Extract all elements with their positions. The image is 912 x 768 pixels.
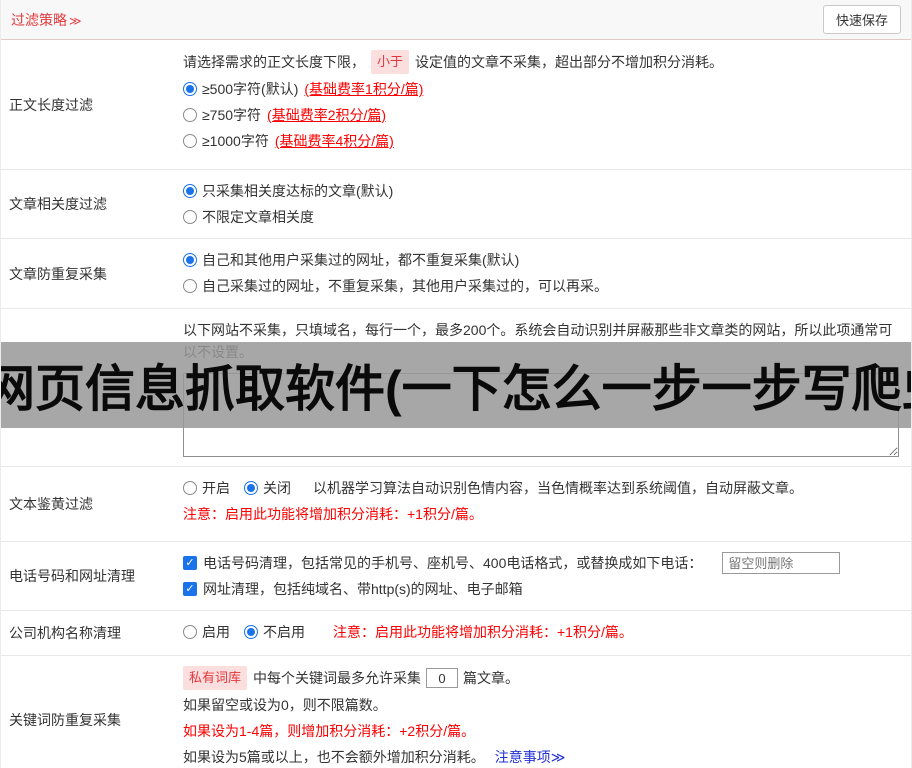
row-relevance-filter: 文章相关度过滤 只采集相关度达标的文章(默认) 不限定文章相关度 bbox=[1, 170, 911, 239]
row-phone-url-cleanup: 电话号码和网址清理 电话号码清理，包括常见的手机号、座机号、400电话格式，或替… bbox=[1, 542, 911, 611]
tab-filter-strategy[interactable]: 过滤策略 ≫ bbox=[11, 10, 82, 30]
watermark-text: 网页信息抓取软件(一下怎么一步一步写爬虫(head bbox=[1, 361, 911, 417]
radio-company-enable[interactable]: 启用 bbox=[183, 621, 230, 643]
radio-label: 不限定文章相关度 bbox=[202, 209, 314, 225]
company-label: 公司机构名称清理 bbox=[9, 625, 121, 641]
row-dedup-filter: 文章防重复采集 自己和其他用户采集过的网址，都不重复采集(默认) 自己采集过的网… bbox=[1, 239, 911, 309]
radio-icon bbox=[183, 134, 197, 148]
radio-company-disable[interactable]: 不启用 bbox=[244, 621, 305, 643]
radio-dedup-all-users[interactable]: 自己和其他用户采集过的网址，都不重复采集(默认) bbox=[183, 249, 519, 271]
radio-icon bbox=[183, 253, 197, 267]
radio-label: ≥750字符 bbox=[202, 107, 262, 123]
notes-link[interactable]: 注意事项≫ bbox=[495, 746, 566, 768]
topbar: 过滤策略 ≫ 快速保存 bbox=[1, 0, 911, 40]
radio-relevance-any[interactable]: 不限定文章相关度 bbox=[183, 206, 314, 228]
radio-option-500-chars[interactable]: ≥500字符(默认) (基础费率1积分/篇) bbox=[183, 78, 423, 100]
porn-filter-desc: 以机器学习算法自动识别色情内容，当色情概率达到系统阈值，自动屏蔽文章。 bbox=[313, 480, 803, 496]
radio-porn-off[interactable]: 关闭 bbox=[244, 477, 291, 499]
radio-icon bbox=[183, 481, 197, 495]
fee-rate-link[interactable]: (基础费率1积分/篇) bbox=[304, 78, 423, 100]
keyword-label: 关键词防重复采集 bbox=[9, 712, 121, 728]
keyword-line2: 如果留空或设为0，则不限篇数。 bbox=[183, 697, 387, 713]
checkbox-icon bbox=[183, 556, 197, 570]
keyword-line1-text: 中每个关键词最多允许采集 bbox=[253, 670, 422, 686]
watermark-overlay: 网页信息抓取软件(一下怎么一步一步写爬虫(head bbox=[1, 342, 911, 428]
body-length-intro: 请选择需求的正文长度下限， 小于 设定值的文章不采集，超出部分不增加积分消耗。 bbox=[183, 50, 901, 74]
private-lexicon-tag: 私有词库 bbox=[183, 666, 248, 690]
radio-label: 自己和其他用户采集过的网址，都不重复采集(默认) bbox=[202, 252, 520, 268]
radio-label: 开启 bbox=[202, 480, 230, 496]
radio-icon bbox=[183, 108, 197, 122]
keyword-line4: 如果设为5篇或以上，也不会额外增加积分消耗。 bbox=[183, 749, 485, 765]
radio-option-750-chars[interactable]: ≥750字符 (基础费率2积分/篇) bbox=[183, 104, 386, 126]
chevron-double-icon: ≫ bbox=[69, 13, 82, 28]
row-keyword-dedup: 关键词防重复采集 私有词库 中每个关键词最多允许采集 篇文章。 如果留空或设为0… bbox=[1, 656, 911, 768]
checkbox-url-cleanup[interactable]: 网址清理，包括纯域名、带http(s)的网址、电子邮箱 bbox=[183, 578, 523, 600]
radio-label: ≥1000字符 bbox=[202, 133, 269, 149]
dedup-label: 文章防重复采集 bbox=[9, 265, 107, 282]
page-title: 过滤策略 bbox=[11, 11, 67, 28]
intro-text-pre: 请选择需求的正文长度下限， bbox=[183, 54, 365, 70]
relevance-label: 文章相关度过滤 bbox=[9, 196, 107, 212]
radio-label: 自己采集过的网址，不重复采集，其他用户采集过的，可以再采。 bbox=[202, 278, 608, 294]
radio-relevance-strict[interactable]: 只采集相关度达标的文章(默认) bbox=[183, 180, 393, 202]
filter-strategy-page: 过滤策略 ≫ 快速保存 正文长度过滤 请选择需求的正文长度下限， 小于 设定值的文… bbox=[0, 0, 912, 768]
intro-text-post: 设定值的文章不采集，超出部分不增加积分消耗。 bbox=[415, 54, 724, 70]
body-length-label: 正文长度过滤 bbox=[9, 96, 93, 113]
radio-icon bbox=[244, 625, 258, 639]
row-porn-filter: 文本鉴黄过滤 开启 关闭 以机器学习算法自动识别色情内容，当色情概率达到系统阈值… bbox=[1, 467, 911, 542]
radio-label: ≥500字符(默认) bbox=[202, 81, 299, 97]
phone-url-label: 电话号码和网址清理 bbox=[9, 568, 135, 584]
fee-rate-link[interactable]: (基础费率4积分/篇) bbox=[275, 130, 394, 152]
keyword-line1-post: 篇文章。 bbox=[463, 670, 520, 686]
radio-icon bbox=[183, 210, 197, 224]
radio-label: 只采集相关度达标的文章(默认) bbox=[202, 183, 394, 199]
quick-save-button[interactable]: 快速保存 bbox=[822, 5, 901, 34]
checkbox-label: 网址清理，包括纯域名、带http(s)的网址、电子邮箱 bbox=[203, 581, 523, 597]
radio-label: 不启用 bbox=[263, 624, 305, 640]
row-body-length-filter: 正文长度过滤 请选择需求的正文长度下限， 小于 设定值的文章不采集，超出部分不增… bbox=[1, 40, 911, 170]
replacement-phone-input[interactable] bbox=[722, 552, 841, 574]
checkbox-icon bbox=[183, 582, 197, 596]
porn-filter-note: 注意：启用此功能将增加积分消耗：+1积分/篇。 bbox=[183, 506, 483, 522]
radio-dedup-self-only[interactable]: 自己采集过的网址，不重复采集，其他用户采集过的，可以再采。 bbox=[183, 275, 608, 297]
checkbox-phone-cleanup[interactable]: 电话号码清理，包括常见的手机号、座机号、400电话格式，或替换成如下电话： bbox=[183, 552, 702, 574]
keyword-max-count-input[interactable] bbox=[426, 668, 459, 688]
row-company-name-cleanup: 公司机构名称清理 启用 不启用 注意：启用此功能将增加积分消耗：+1积分/篇。 bbox=[1, 611, 911, 656]
radio-icon bbox=[183, 82, 197, 96]
checkbox-label: 电话号码清理，包括常见的手机号、座机号、400电话格式，或替换成如下电话： bbox=[203, 555, 703, 571]
keyword-line3-note: 如果设为1-4篇，则增加积分消耗：+2积分/篇。 bbox=[183, 723, 476, 739]
less-than-tag: 小于 bbox=[371, 50, 410, 74]
fee-rate-link[interactable]: (基础费率2积分/篇) bbox=[267, 104, 386, 126]
radio-porn-on[interactable]: 开启 bbox=[183, 477, 230, 499]
radio-icon bbox=[244, 481, 258, 495]
porn-filter-label: 文本鉴黄过滤 bbox=[9, 496, 93, 512]
company-note: 注意：启用此功能将增加积分消耗：+1积分/篇。 bbox=[333, 624, 633, 640]
radio-label: 启用 bbox=[202, 624, 230, 640]
radio-icon bbox=[183, 625, 197, 639]
radio-option-1000-chars[interactable]: ≥1000字符 (基础费率4积分/篇) bbox=[183, 130, 394, 152]
radio-icon bbox=[183, 279, 197, 293]
radio-label: 关闭 bbox=[263, 480, 291, 496]
radio-icon bbox=[183, 184, 197, 198]
